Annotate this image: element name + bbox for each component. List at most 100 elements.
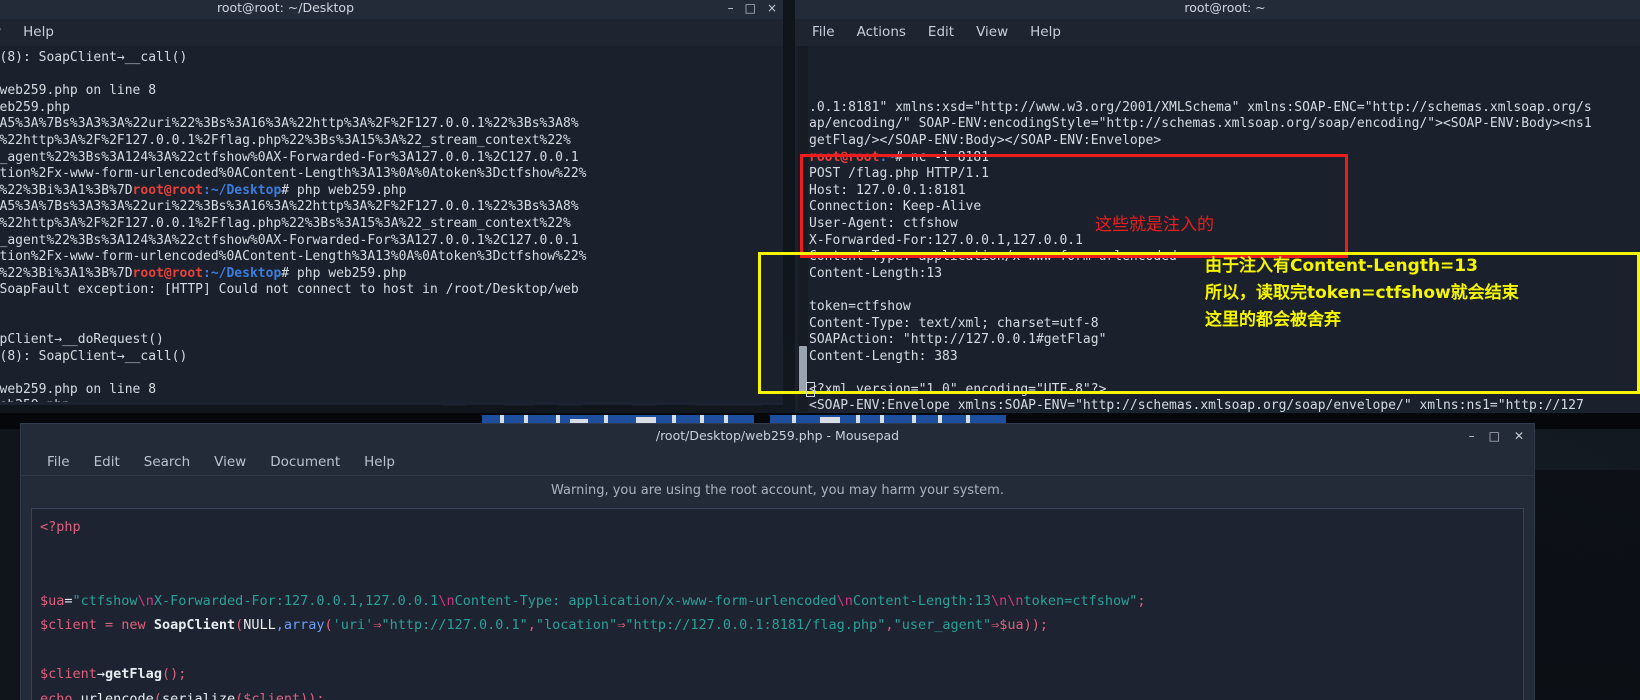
terminal-line: root@root:~/Desktop# php web259.php [0, 100, 783, 117]
terminal-line: .0.1:8181" xmlns:xsd="http://www.w3.org/… [809, 99, 1592, 115]
right-terminal-title: root@root: ~ [1184, 0, 1266, 15]
menu-document[interactable]: Document [258, 448, 352, 476]
menu-edit[interactable]: Edit [82, 448, 132, 476]
left-terminal-titlebar[interactable]: root@root: ~/Desktop – □ × [0, 0, 783, 19]
menu-file[interactable]: File [35, 448, 82, 476]
terminal-line: Bs%3A13%3A%22_soap_version%22%3Bi%3A1%3B… [0, 266, 783, 283]
mousepad-title: /root/Desktop/web259.php - Mousepad [655, 428, 900, 443]
right-terminal-titlebar[interactable]: root@root: ~ – [795, 0, 1640, 19]
terminal-line: 1 /root/Desktop/web259.php(8): SoapClien… [0, 50, 188, 65]
terminal-text: # php web259.php [0, 398, 70, 402]
left-terminal-title: root@root: ~/Desktop [216, 0, 355, 15]
minimize-icon[interactable]: – [728, 2, 734, 14]
menu-help[interactable]: Help [12, 19, 65, 46]
annotation-yellow-line-1: 由于注入有Content-Length=13 [1205, 256, 1478, 276]
mousepad-text-area[interactable]: <?php $ua="ctfshow\nX-Forwarded-For:127.… [31, 508, 1524, 700]
terminal-line: <?xml version="1.0" encoding="UTF-8"?> [809, 381, 1107, 397]
terminal-line: %0AContent-Type%3A+application%2Fx-www-f… [0, 166, 587, 182]
terminal-line: SOAPAction: "http://127.0.0.1#getFlag" [809, 332, 1107, 348]
terminal-scrollbar[interactable] [798, 46, 808, 412]
terminal-text: # php web259.php [0, 99, 70, 115]
menu-view[interactable]: View [202, 448, 258, 476]
code-php-open-tag: <?php [40, 519, 81, 535]
left-terminal-window-buttons: – □ × [728, 0, 777, 19]
terminal-line: %0AContent-Type%3A+application%2Fx-www-f… [0, 249, 587, 265]
terminal-text: # nc -l 8181 [895, 149, 990, 165]
prompt-user: root@root [132, 265, 203, 281]
terminal-line: ap/encoding/" SOAP-ENV:encodingStyle="ht… [809, 116, 1592, 132]
left-terminal-output[interactable]: 1 /root/Desktop/web259.php(8): SoapClien… [0, 46, 783, 402]
menu-help[interactable]: Help [1019, 19, 1072, 46]
terminal-line: X-Forwarded-For:127.0.0.1,127.0.0.1 [809, 232, 1083, 248]
terminal-line: Bi%3A0%3Bs%3A11%3A%22_user_agent%22%3Bs%… [0, 149, 579, 165]
terminal-line: root@root:~# nc -l 8181 [809, 150, 1640, 167]
root-account-warning: Warning, you are using the root account,… [21, 476, 1534, 506]
terminal-line: 2 {main} [0, 365, 783, 382]
terminal-line: <SOAP-ENV:Envelope xmlns:SOAP-ENV="http:… [809, 398, 1584, 412]
annotation-red-text: 这些就是注入的 [1095, 215, 1214, 235]
terminal-line: %3A10%3A%22SoapClient%22%3A5%3A%7Bs%3A3%… [0, 116, 579, 132]
terminal-cursor [806, 382, 815, 397]
code-line-ua: $ua="ctfshow\nX-Forwarded-For:127.0.0.1,… [40, 592, 1146, 609]
terminal-text: Bs%3A13%3A%22_soap_version%22%3Bi%3A1%3B… [0, 265, 133, 281]
menu-help[interactable]: Help [352, 448, 407, 476]
menu-view[interactable]: View [0, 19, 12, 46]
terminal-line: Connection: Keep-Alive [809, 199, 982, 215]
terminal-line: 59.php:8 [0, 299, 783, 316]
menu-file[interactable]: File [801, 19, 846, 46]
left-terminal-menubar: File Actions Edit View Help [0, 19, 783, 46]
terminal-line: root@root:~/Desktop# php web259.php [0, 398, 783, 402]
prompt-user: root@root [132, 182, 203, 198]
code-line-client: $client = new SoapClient(NULL,array('uri… [40, 617, 1049, 633]
terminal-text: Bs%3A13%3A%22_soap_version%22%3Bi%3A1%3B… [0, 182, 133, 198]
terminal-line: Content-Length: 383 [809, 348, 958, 364]
terminal-line: 0 [internal function]: SoapClient→__doRe… [0, 332, 164, 348]
prompt-path: :~/Desktop [203, 265, 282, 281]
terminal-line: %22location%22%3Bs%3A25%3A%22http%3A%2F%… [0, 215, 571, 231]
terminal-line: thrown in /root/Desktop/web259.php on li… [0, 381, 157, 397]
right-terminal-menubar: File Actions Edit View Help [795, 19, 1640, 46]
right-terminal-output[interactable]: .0.1:8181" xmlns:xsd="http://www.w3.org/… [795, 46, 1640, 412]
terminal-line: Host: 127.0.0.1:8181 [809, 182, 966, 198]
terminal-line: tack trace: [0, 316, 783, 333]
menu-actions[interactable]: Actions [846, 19, 917, 46]
minimize-icon[interactable]: – [1469, 430, 1475, 442]
close-icon[interactable]: ✕ [1514, 430, 1524, 442]
annotation-yellow-line-3: 这里的都会被舍弃 [1205, 310, 1341, 330]
terminal-line: Bs%3A13%3A%22_soap_version%22%3Bi%3A1%3B… [0, 183, 783, 200]
mousepad-menubar: File Edit Search View Document Help [21, 448, 1534, 476]
terminal-line: Bi%3A0%3Bs%3A11%3A%22_user_agent%22%3Bs%… [0, 232, 579, 248]
terminal-line: %22location%22%3Bs%3A25%3A%22http%3A%2F%… [0, 132, 571, 148]
prompt-user: root@root [809, 149, 880, 165]
maximize-icon[interactable]: □ [745, 2, 756, 14]
menu-search[interactable]: Search [132, 448, 202, 476]
mousepad-window-buttons: – □ ✕ [1469, 424, 1524, 448]
terminal-line: 2 {main} [0, 67, 783, 84]
right-terminal-window[interactable]: root@root: ~ – File Actions Edit View He… [795, 0, 1640, 415]
left-terminal-window[interactable]: root@root: ~/Desktop – □ × File Actions … [0, 0, 783, 405]
prompt-path: :~ [879, 149, 896, 165]
code-line-getflag: $client→getFlag(); [40, 666, 187, 682]
mousepad-titlebar[interactable]: /root/Desktop/web259.php - Mousepad – □ … [21, 424, 1534, 448]
terminal-line: thrown in /root/Desktop/web259.php on li… [0, 83, 157, 99]
terminal-text: # php web259.php [281, 265, 407, 281]
maximize-icon[interactable]: □ [1489, 430, 1500, 442]
terminal-line: 1 /root/Desktop/web259.php(8): SoapClien… [0, 348, 188, 364]
annotation-yellow-line-2: 所以，读取完token=ctfshow就会结束 [1205, 283, 1519, 303]
code-blank-line-3 [40, 642, 48, 658]
menu-edit[interactable]: Edit [917, 19, 965, 46]
code-line-echo: echo urlencode(serialize($client)); [40, 690, 325, 700]
terminal-line: POST /flag.php HTTP/1.1 [809, 166, 990, 182]
desktop-root: KALI amule-1 cupp wireshark e-system cac… [0, 0, 1640, 700]
terminal-line: HP Fatal error: Uncaught SoapFault excep… [0, 282, 579, 298]
terminal-line: User-Agent: ctfshow [809, 215, 958, 231]
code-blank-line-2 [40, 568, 48, 584]
terminal-line: getFlag/></SOAP-ENV:Body></SOAP-ENV:Enve… [809, 132, 1162, 148]
menu-view[interactable]: View [965, 19, 1019, 46]
mousepad-window[interactable]: /root/Desktop/web259.php - Mousepad – □ … [20, 423, 1535, 700]
close-icon[interactable]: × [767, 2, 777, 14]
terminal-line: %3A10%3A%22SoapClient%22%3A5%3A%7Bs%3A3%… [0, 199, 579, 215]
terminal-text: # php web259.php [281, 182, 407, 198]
